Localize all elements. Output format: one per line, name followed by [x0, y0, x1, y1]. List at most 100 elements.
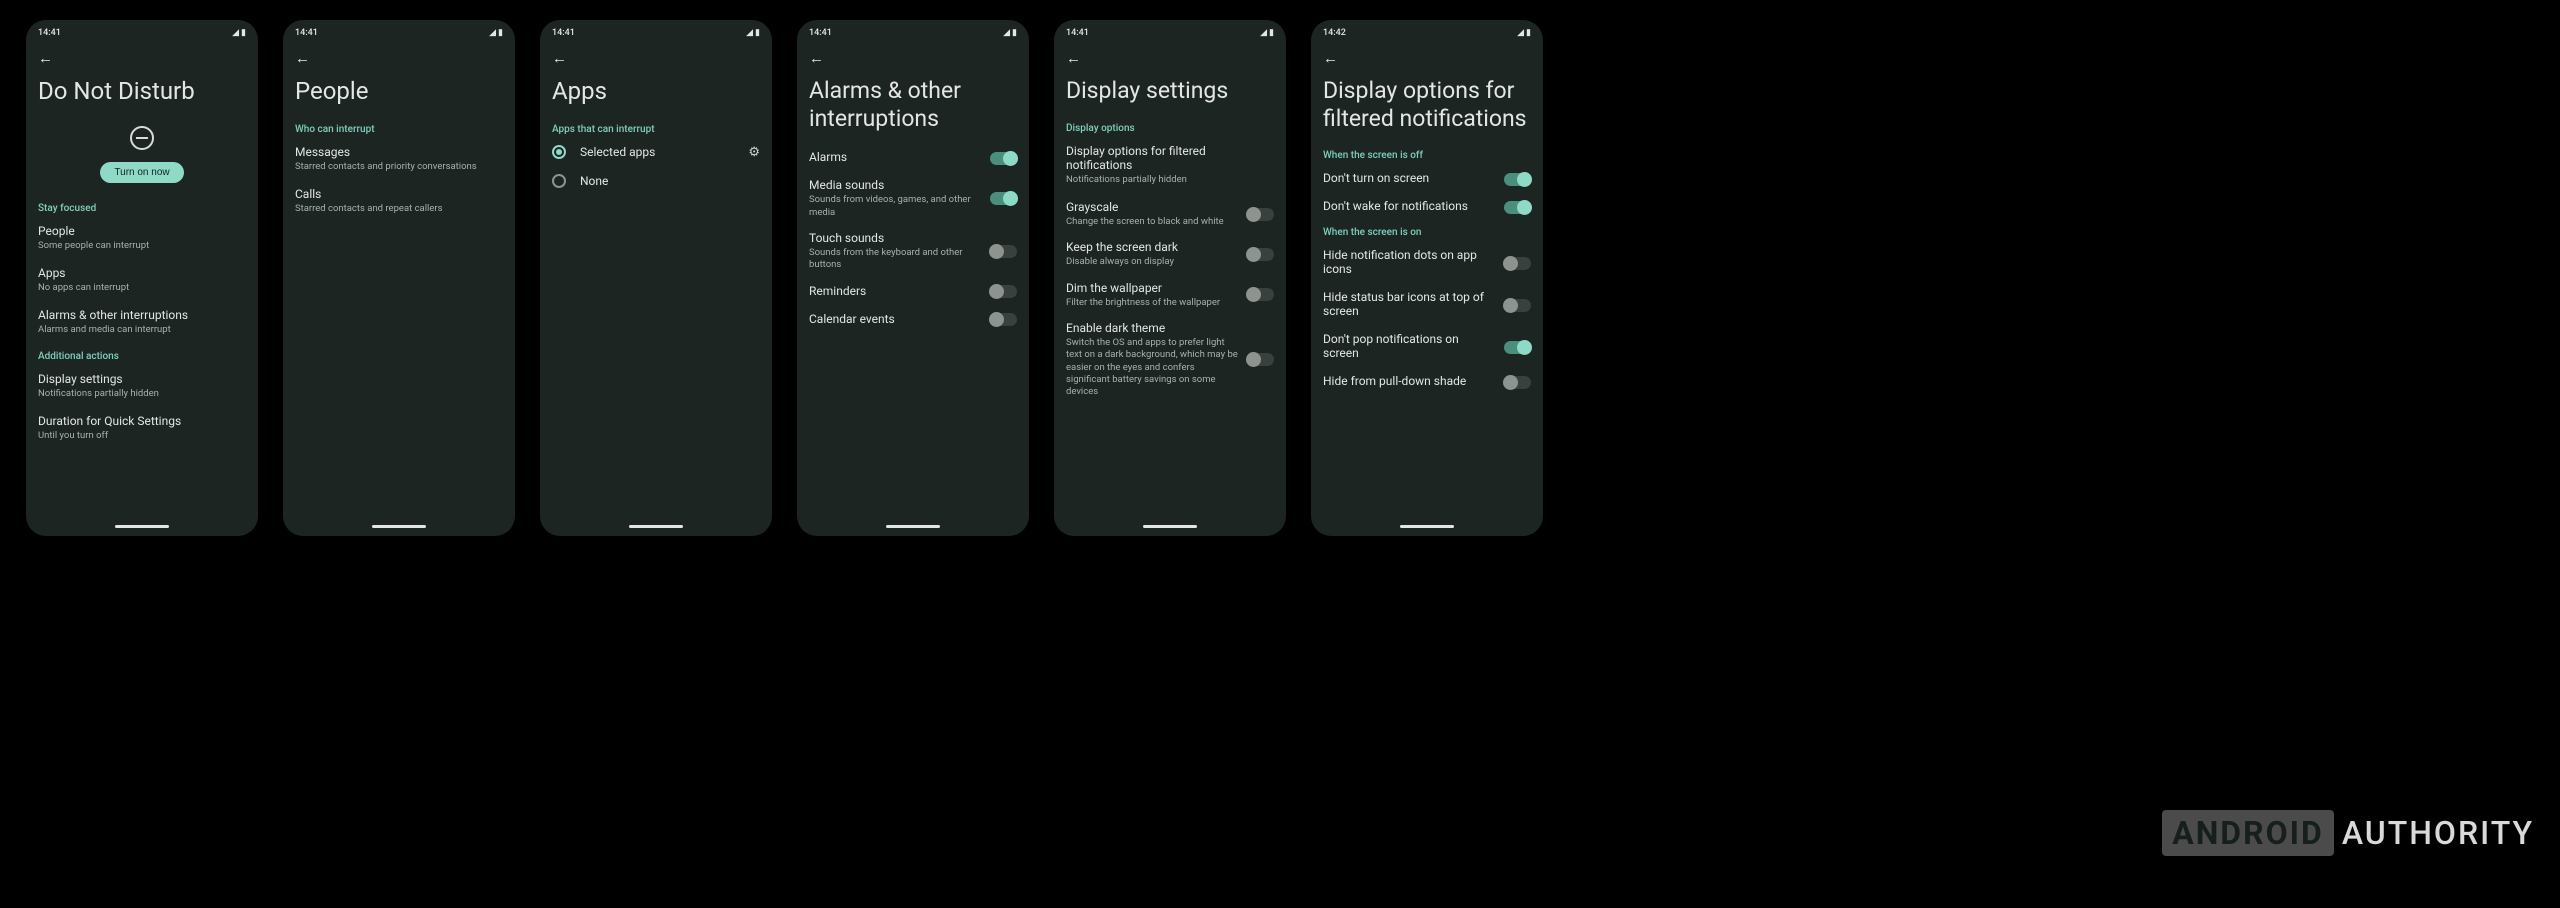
page-title: Alarms & other interruptions	[809, 77, 1017, 132]
item-apps[interactable]: Apps No apps can interrupt	[38, 266, 246, 294]
status-time: 14:41	[295, 28, 318, 38]
row-reminders[interactable]: Reminders	[809, 284, 1017, 300]
screen-people: 14:41 ◢ ▮ ← People Who can interrupt Mes…	[283, 20, 515, 536]
row-dark-theme[interactable]: Enable dark theme Switch the OS and apps…	[1066, 321, 1274, 399]
back-icon[interactable]: ←	[1066, 49, 1081, 67]
toggle-dim[interactable]	[1247, 288, 1274, 301]
toggle-touch[interactable]	[990, 245, 1017, 258]
status-bar: 14:41 ◢ ▮	[26, 20, 258, 42]
toggle-calendar[interactable]	[990, 313, 1017, 326]
toggle-dont-pop[interactable]	[1504, 341, 1531, 354]
item-title: Don't turn on screen	[1323, 171, 1496, 185]
section-who-can-interrupt: Who can interrupt	[295, 124, 503, 135]
wifi-icon: ◢	[1003, 28, 1010, 38]
battery-icon: ▮	[498, 28, 503, 38]
item-title: People	[38, 224, 246, 238]
back-icon[interactable]: ←	[1323, 49, 1338, 67]
back-icon[interactable]: ←	[295, 49, 310, 67]
row-hide-dots[interactable]: Hide notification dots on app icons	[1323, 248, 1531, 278]
row-dont-wake[interactable]: Don't wake for notifications	[1323, 199, 1531, 215]
dnd-icon	[38, 124, 246, 150]
item-sub: Disable always on display	[1066, 256, 1239, 268]
back-icon[interactable]: ←	[809, 49, 824, 67]
toggle-reminders[interactable]	[990, 285, 1017, 298]
nav-pill[interactable]	[372, 525, 426, 528]
item-title: Calls	[295, 187, 503, 201]
back-icon[interactable]: ←	[552, 49, 567, 67]
status-time: 14:41	[552, 28, 575, 38]
row-dont-turn-on[interactable]: Don't turn on screen	[1323, 171, 1531, 187]
item-title: Grayscale	[1066, 200, 1239, 214]
row-keep-dark[interactable]: Keep the screen dark Disable always on d…	[1066, 240, 1274, 268]
status-time: 14:41	[1066, 28, 1089, 38]
section-additional-actions: Additional actions	[38, 351, 246, 362]
item-title: Display options for filtered notificatio…	[1066, 144, 1274, 172]
toggle-media[interactable]	[990, 192, 1017, 205]
battery-icon: ▮	[1012, 28, 1017, 38]
item-messages[interactable]: Messages Starred contacts and priority c…	[295, 145, 503, 173]
toggle-dark-theme[interactable]	[1247, 353, 1274, 366]
row-dont-pop[interactable]: Don't pop notifications on screen	[1323, 332, 1531, 362]
status-bar: 14:41 ◢ ▮	[1054, 20, 1286, 42]
item-title: Enable dark theme	[1066, 321, 1239, 335]
nav-pill[interactable]	[115, 525, 169, 528]
item-title: Duration for Quick Settings	[38, 414, 246, 428]
toggle-hide-dots[interactable]	[1504, 257, 1531, 270]
toggle-dont-turn-on[interactable]	[1504, 173, 1531, 186]
item-title: Hide notification dots on app icons	[1323, 248, 1496, 276]
item-title: Messages	[295, 145, 503, 159]
item-sub: Some people can interrupt	[38, 240, 246, 252]
status-icons: ◢ ▮	[232, 28, 246, 38]
screen-apps: 14:41 ◢ ▮ ← Apps Apps that can interrupt…	[540, 20, 772, 536]
status-icons: ◢ ▮	[746, 28, 760, 38]
row-dim-wallpaper[interactable]: Dim the wallpaper Filter the brightness …	[1066, 281, 1274, 309]
radio-selected-apps[interactable]: Selected apps ⚙	[552, 145, 760, 160]
row-hide-status[interactable]: Hide status bar icons at top of screen	[1323, 290, 1531, 320]
row-touch-sounds[interactable]: Touch sounds Sounds from the keyboard an…	[809, 231, 1017, 272]
toggle-hide-status[interactable]	[1504, 299, 1531, 312]
item-filtered-options[interactable]: Display options for filtered notificatio…	[1066, 144, 1274, 186]
item-sub: Notifications partially hidden	[1066, 174, 1274, 186]
toggle-keep-dark[interactable]	[1247, 248, 1274, 261]
status-icons: ◢ ▮	[1260, 28, 1274, 38]
toggle-dont-wake[interactable]	[1504, 201, 1531, 214]
back-icon[interactable]: ←	[38, 49, 53, 67]
row-calendar[interactable]: Calendar events	[809, 312, 1017, 328]
radio-none[interactable]: None	[552, 174, 760, 188]
battery-icon: ▮	[1269, 28, 1274, 38]
section-stay-focused: Stay focused	[38, 203, 246, 214]
status-icons: ◢ ▮	[1003, 28, 1017, 38]
item-sub: Alarms and media can interrupt	[38, 324, 246, 336]
watermark: ANDROID AUTHORITY	[2162, 810, 2534, 856]
watermark-android: ANDROID	[2162, 810, 2334, 856]
item-sub: Starred contacts and priority conversati…	[295, 161, 503, 173]
gear-icon[interactable]: ⚙	[748, 145, 760, 160]
nav-pill[interactable]	[886, 525, 940, 528]
row-media-sounds[interactable]: Media sounds Sounds from videos, games, …	[809, 178, 1017, 219]
item-title: Display settings	[38, 372, 246, 386]
nav-pill[interactable]	[1143, 525, 1197, 528]
row-hide-shade[interactable]: Hide from pull-down shade	[1323, 374, 1531, 390]
row-grayscale[interactable]: Grayscale Change the screen to black and…	[1066, 200, 1274, 228]
item-alarms[interactable]: Alarms & other interruptions Alarms and …	[38, 308, 246, 336]
status-time: 14:42	[1323, 28, 1346, 38]
item-display-settings[interactable]: Display settings Notifications partially…	[38, 372, 246, 400]
nav-pill[interactable]	[1400, 525, 1454, 528]
status-time: 14:41	[38, 28, 61, 38]
section-screen-off: When the screen is off	[1323, 150, 1531, 161]
item-calls[interactable]: Calls Starred contacts and repeat caller…	[295, 187, 503, 215]
turn-on-button[interactable]: Turn on now	[100, 162, 183, 183]
item-sub: Sounds from the keyboard and other butto…	[809, 247, 982, 272]
nav-pill[interactable]	[629, 525, 683, 528]
item-people[interactable]: People Some people can interrupt	[38, 224, 246, 252]
toggle-grayscale[interactable]	[1247, 208, 1274, 221]
toggle-alarms[interactable]	[990, 152, 1017, 165]
toggle-hide-shade[interactable]	[1504, 376, 1531, 389]
wifi-icon: ◢	[746, 28, 753, 38]
item-duration[interactable]: Duration for Quick Settings Until you tu…	[38, 414, 246, 442]
page-title: Do Not Disturb	[38, 77, 246, 106]
row-alarms[interactable]: Alarms	[809, 150, 1017, 166]
section-screen-on: When the screen is on	[1323, 227, 1531, 238]
section-apps-interrupt: Apps that can interrupt	[552, 124, 760, 135]
wifi-icon: ◢	[1260, 28, 1267, 38]
